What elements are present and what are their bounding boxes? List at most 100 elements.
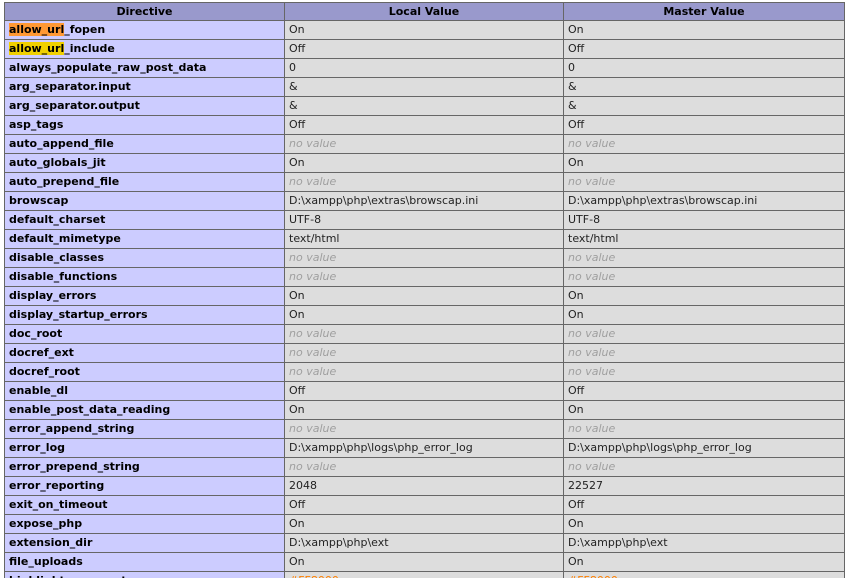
local-value-cell: no value	[284, 419, 564, 439]
directive-name-cell: auto_globals_jit	[4, 153, 285, 173]
local-value-cell: On	[284, 153, 564, 173]
master-value-cell: On	[563, 153, 845, 173]
directive-name-cell: error_prepend_string	[4, 457, 285, 477]
local-value-cell: 0	[284, 58, 564, 78]
directive-name-cell: disable_classes	[4, 248, 285, 268]
directive-name-cell: exit_on_timeout	[4, 495, 285, 515]
php-directives-table: Directive Local Value Master Value allow…	[4, 2, 845, 578]
local-value-cell: no value	[284, 343, 564, 363]
table-row: disable_classes no value no value	[4, 248, 845, 268]
local-value-cell: Off	[284, 381, 564, 401]
local-value-cell: On	[284, 305, 564, 325]
master-value-cell: &	[563, 77, 845, 97]
table-row: error_reporting 2048 22527	[4, 476, 845, 496]
table-row: arg_separator.output & &	[4, 96, 845, 116]
directive-name-cell: disable_functions	[4, 267, 285, 287]
local-value-cell: On	[284, 400, 564, 420]
table-row: display_startup_errors On On	[4, 305, 845, 325]
master-value-cell: Off	[563, 115, 845, 135]
table-row: allow_url_fopen On On	[4, 20, 845, 40]
table-row: display_errors On On	[4, 286, 845, 306]
table-row: docref_ext no value no value	[4, 343, 845, 363]
master-value-cell: On	[563, 286, 845, 306]
table-row: always_populate_raw_post_data 0 0	[4, 58, 845, 78]
directive-name-cell: allow_url_include	[4, 39, 285, 59]
directive-name-cell: highlight.comment	[4, 571, 285, 578]
master-value-cell: UTF-8	[563, 210, 845, 230]
table-row: file_uploads On On	[4, 552, 845, 572]
master-value-cell: On	[563, 20, 845, 40]
table-row: extension_dir D:\xampp\php\ext D:\xampp\ph…	[4, 533, 845, 553]
local-value-cell: Off	[284, 115, 564, 135]
master-value-cell: 0	[563, 58, 845, 78]
master-value-cell: Off	[563, 495, 845, 515]
table-row: browscap D:\xampp\php\extras\browscap.ini…	[4, 191, 845, 211]
local-value-cell: On	[284, 286, 564, 306]
master-value-cell: text/html	[563, 229, 845, 249]
directive-name-cell: default_charset	[4, 210, 285, 230]
directive-name-cell: asp_tags	[4, 115, 285, 135]
directive-name-cell: always_populate_raw_post_data	[4, 58, 285, 78]
directive-name-cell: error_log	[4, 438, 285, 458]
local-value-cell: no value	[284, 362, 564, 382]
local-value-cell: On	[284, 552, 564, 572]
table-row: auto_prepend_file no value no value	[4, 172, 845, 192]
master-value-cell: no value	[563, 134, 845, 154]
directive-name-cell: enable_dl	[4, 381, 285, 401]
directive-name-cell: allow_url_fopen	[4, 20, 285, 40]
master-value-cell: D:\xampp\php\extras\browscap.ini	[563, 191, 845, 211]
master-value-cell: no value	[563, 324, 845, 344]
master-value-cell: On	[563, 552, 845, 572]
directive-name-cell: docref_root	[4, 362, 285, 382]
directive-name-cell: auto_append_file	[4, 134, 285, 154]
master-value-cell: no value	[563, 343, 845, 363]
table-row: error_append_string no value no value	[4, 419, 845, 439]
local-value-cell: &	[284, 96, 564, 116]
local-value-cell: D:\xampp\php\ext	[284, 533, 564, 553]
master-value-cell: no value	[563, 267, 845, 287]
table-row: arg_separator.input & &	[4, 77, 845, 97]
table-row: docref_root no value no value	[4, 362, 845, 382]
directive-name-cell: expose_php	[4, 514, 285, 534]
master-value-cell: no value	[563, 457, 845, 477]
master-value-cell: 22527	[563, 476, 845, 496]
directives-table-body: allow_url_fopen On On allow_url_include Off O…	[4, 20, 845, 578]
directive-name-cell: error_append_string	[4, 419, 285, 439]
master-value-cell: &	[563, 96, 845, 116]
table-row: asp_tags Off Off	[4, 115, 845, 135]
master-value-column-header: Master Value	[563, 2, 845, 21]
local-value-cell: D:\xampp\php\logs\php_error_log	[284, 438, 564, 458]
table-row: allow_url_include Off Off	[4, 39, 845, 59]
directive-name-cell: docref_ext	[4, 343, 285, 363]
master-value-cell: Off	[563, 39, 845, 59]
local-value-column-header: Local Value	[284, 2, 564, 21]
local-value-cell: no value	[284, 267, 564, 287]
table-row: default_mimetype text/html text/html	[4, 229, 845, 249]
directive-name-cell: arg_separator.input	[4, 77, 285, 97]
directive-name-cell: arg_separator.output	[4, 96, 285, 116]
local-value-cell: D:\xampp\php\extras\browscap.ini	[284, 191, 564, 211]
local-value-cell: Off	[284, 495, 564, 515]
table-row: disable_functions no value no value	[4, 267, 845, 287]
table-row: error_log D:\xampp\php\logs\php_error_log…	[4, 438, 845, 458]
directive-name-cell: enable_post_data_reading	[4, 400, 285, 420]
local-value-cell: no value	[284, 134, 564, 154]
master-value-cell: D:\xampp\php\ext	[563, 533, 845, 553]
directive-name-cell: file_uploads	[4, 552, 285, 572]
master-value-cell: no value	[563, 419, 845, 439]
directive-column-header: Directive	[4, 2, 285, 21]
master-value-cell: no value	[563, 172, 845, 192]
table-row: error_prepend_string no value no value	[4, 457, 845, 477]
local-value-cell: no value	[284, 457, 564, 477]
master-value-cell: Off	[563, 381, 845, 401]
master-value-cell: no value	[563, 362, 845, 382]
local-value-cell: #FF8000	[284, 571, 564, 578]
table-row: auto_append_file no value no value	[4, 134, 845, 154]
master-value-cell: #FF8000	[563, 571, 845, 578]
local-value-cell: On	[284, 514, 564, 534]
local-value-cell: no value	[284, 248, 564, 268]
directive-name-cell: error_reporting	[4, 476, 285, 496]
directive-name-cell: extension_dir	[4, 533, 285, 553]
directive-name-rest: _include	[64, 42, 115, 55]
master-value-cell: On	[563, 514, 845, 534]
